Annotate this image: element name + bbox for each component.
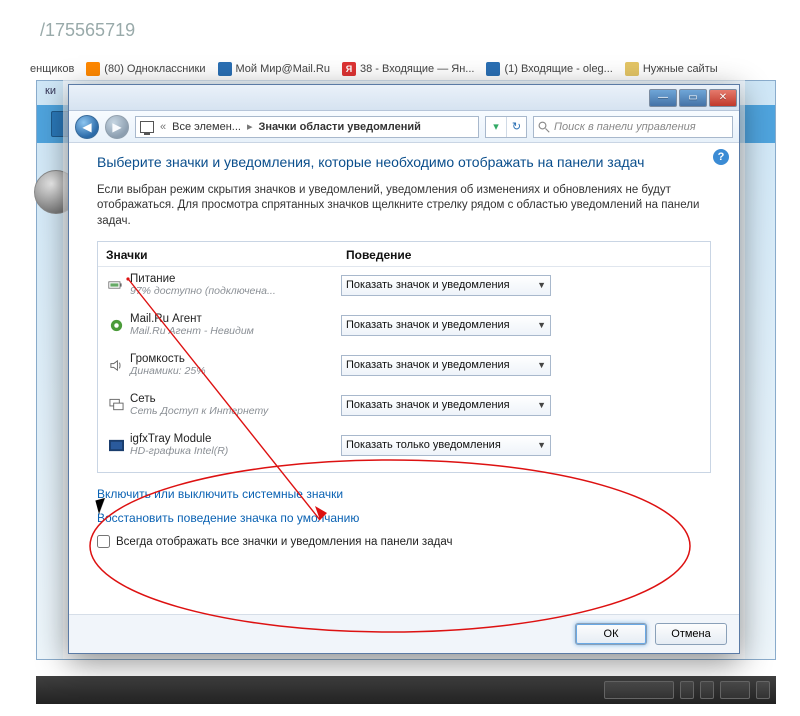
page-title: Выберите значки и уведомления, которые н… <box>97 153 711 173</box>
address-dropdown-button[interactable]: ▾ <box>486 117 506 137</box>
control-panel-window: — ▭ ✕ ◀ ▶ « Все элемен... ▸ Значки облас… <box>68 84 740 654</box>
odnoklassniki-icon <box>86 62 100 76</box>
address-bar[interactable]: « Все элемен... ▸ Значки области уведомл… <box>135 116 479 138</box>
behavior-dropdown[interactable]: Показать значок и уведомления▼ <box>341 275 551 296</box>
chevron-down-icon: ▼ <box>537 280 546 290</box>
mailru-agent-icon <box>106 315 126 335</box>
close-button[interactable]: ✕ <box>709 89 737 107</box>
mail-icon <box>486 62 500 76</box>
refresh-icon: ↻ <box>512 120 521 133</box>
maximize-button[interactable]: ▭ <box>679 89 707 107</box>
icon-status: HD-графика Intel(R) <box>130 445 341 457</box>
icon-status: Сеть Доступ к Интернету <box>130 405 341 417</box>
icon-status: 97% доступно (подключена... <box>130 285 341 297</box>
back-button[interactable]: ◀ <box>75 115 99 139</box>
table-row: igfxTray Module HD-графика Intel(R) Пока… <box>98 427 710 467</box>
chevron-down-icon: ▾ <box>493 120 499 133</box>
behavior-dropdown[interactable]: Показать только уведомления▼ <box>341 435 551 456</box>
behavior-dropdown[interactable]: Показать значок и уведомления▼ <box>341 395 551 416</box>
forward-icon: ▶ <box>112 120 121 134</box>
chevron-down-icon: ▼ <box>537 360 546 370</box>
battery-icon <box>106 275 126 295</box>
bookmarks-bar: енщиков (80) Одноклассники Мой Мир@Mail.… <box>30 58 790 80</box>
refresh-button[interactable]: ↻ <box>506 117 526 137</box>
table-row: Громкость Динамики: 25% Показать значок … <box>98 347 710 387</box>
ok-button[interactable]: ОК <box>575 623 647 645</box>
intel-graphics-icon <box>106 435 126 455</box>
chevron-down-icon: ▼ <box>537 440 546 450</box>
mailru-icon <box>218 62 232 76</box>
breadcrumb-item[interactable]: Все элемен... <box>172 121 241 133</box>
explorer-navbar: ◀ ▶ « Все элемен... ▸ Значки области уве… <box>69 111 739 143</box>
tab-fragment: ки <box>45 85 56 97</box>
icons-table: Значки Поведение Питание 97% доступно (п… <box>97 241 711 473</box>
icon-name: Mail.Ru Агент <box>130 313 341 325</box>
bookmark-item[interactable]: Я38 - Входящие — Ян... <box>342 62 474 76</box>
bookmark-item[interactable]: енщиков <box>30 63 74 75</box>
column-header-icons: Значки <box>106 248 346 262</box>
help-icon: ? <box>718 151 725 163</box>
yandex-icon: Я <box>342 62 356 76</box>
network-icon <box>106 395 126 415</box>
bookmark-item[interactable]: Мой Мир@Mail.Ru <box>218 62 330 76</box>
icon-name: Сеть <box>130 393 341 405</box>
help-button[interactable]: ? <box>713 149 729 165</box>
chevron-down-icon: ▼ <box>537 400 546 410</box>
icon-name: Громкость <box>130 353 341 365</box>
restore-default-behavior-link[interactable]: Восстановить поведение значка по умолчан… <box>97 511 711 525</box>
icon-name: Питание <box>130 273 341 285</box>
control-panel-icon <box>140 121 154 133</box>
always-show-label: Всегда отображать все значки и уведомлен… <box>116 536 452 548</box>
chevron-down-icon: ▼ <box>537 320 546 330</box>
bookmark-item[interactable]: Нужные сайты <box>625 62 718 76</box>
volume-icon <box>106 355 126 375</box>
column-header-behavior: Поведение <box>346 248 411 262</box>
bookmark-item[interactable]: (1) Входящие - oleg... <box>486 62 612 76</box>
taskbar <box>36 676 776 704</box>
table-row: Mail.Ru Агент Mail.Ru Агент - Невидим По… <box>98 307 710 347</box>
toggle-system-icons-link[interactable]: Включить или выключить системные значки <box>97 487 711 501</box>
behavior-dropdown[interactable]: Показать значок и уведомления▼ <box>341 315 551 336</box>
icon-status: Динамики: 25% <box>130 365 341 377</box>
search-input[interactable]: Поиск в панели управления <box>533 116 733 138</box>
table-row: Сеть Сеть Доступ к Интернету Показать зн… <box>98 387 710 427</box>
back-icon: ◀ <box>82 120 91 134</box>
dialog-footer: ОК Отмена <box>69 614 739 653</box>
forward-button[interactable]: ▶ <box>105 115 129 139</box>
cancel-button[interactable]: Отмена <box>655 623 727 645</box>
minimize-button[interactable]: — <box>649 89 677 107</box>
search-icon <box>538 121 550 133</box>
background-url-fragment: /175565719 <box>40 20 135 41</box>
icon-status: Mail.Ru Агент - Невидим <box>130 325 341 337</box>
icon-name: igfxTray Module <box>130 433 341 445</box>
breadcrumb-item-current[interactable]: Значки области уведомлений <box>259 121 421 133</box>
page-description: Если выбран режим скрытия значков и увед… <box>97 183 711 230</box>
table-row: Питание 97% доступно (подключена... Пока… <box>98 267 710 307</box>
folder-icon <box>625 62 639 76</box>
always-show-checkbox[interactable] <box>97 535 110 548</box>
behavior-dropdown[interactable]: Показать значок и уведомления▼ <box>341 355 551 376</box>
window-titlebar[interactable]: — ▭ ✕ <box>69 85 739 111</box>
bookmark-item[interactable]: (80) Одноклассники <box>86 62 205 76</box>
